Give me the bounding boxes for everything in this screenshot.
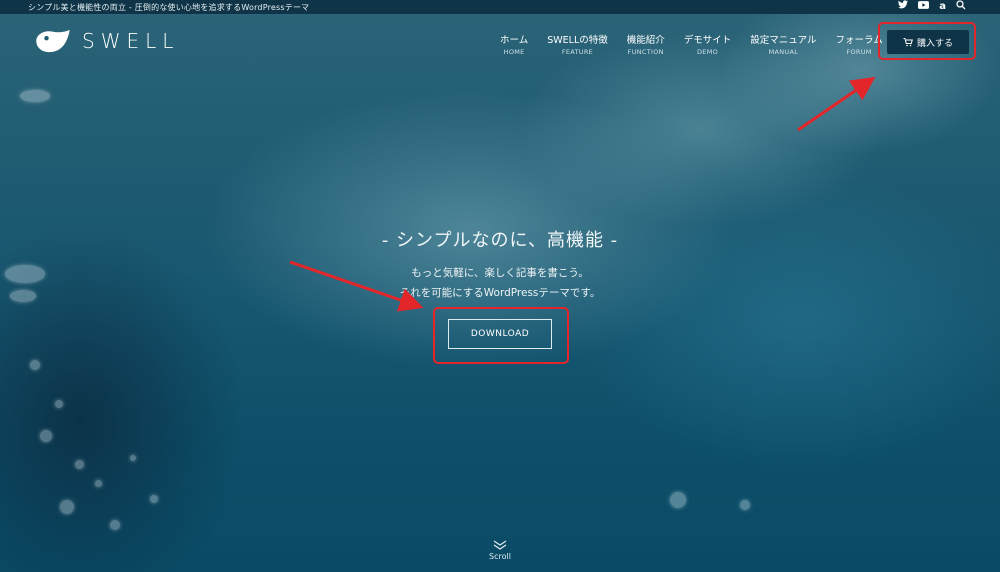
scroll-label: Scroll bbox=[489, 552, 511, 561]
arrow-to-download bbox=[289, 260, 424, 312]
annotation-arrows bbox=[289, 76, 876, 312]
scroll-indicator[interactable]: Scroll bbox=[0, 540, 1000, 561]
chevron-down-icon bbox=[493, 540, 507, 550]
arrow-to-buy bbox=[797, 76, 876, 132]
